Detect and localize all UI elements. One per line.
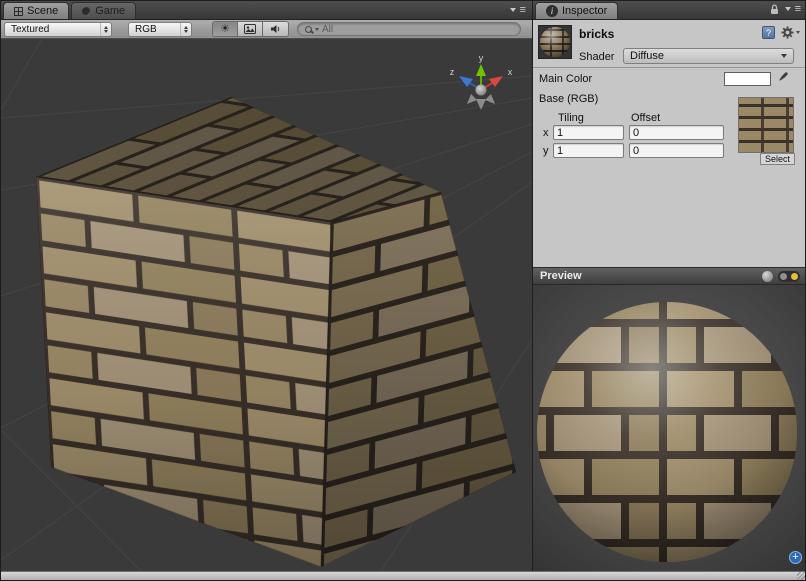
shader-dropdown[interactable]: Diffuse (623, 48, 794, 64)
gizmo-x-label: x (508, 67, 513, 77)
draw-mode-value: Textured (11, 24, 49, 35)
preview-sphere-shading (537, 302, 797, 562)
gizmo-z-cone[interactable] (459, 76, 473, 87)
status-bar (1, 571, 806, 581)
preview-sphere-canvas (533, 285, 806, 571)
base-map-label: Base (RGB) (539, 93, 598, 105)
row-x-label: x (543, 127, 549, 139)
color-channel-dropdown[interactable]: RGB (128, 22, 192, 37)
scene-pane-menu-button[interactable]: ≡ (510, 5, 532, 19)
resize-grip[interactable] (797, 572, 806, 581)
stepper-arrows-icon (180, 23, 191, 36)
material-thumbnail[interactable] (538, 25, 572, 59)
eyedropper-icon[interactable] (776, 70, 790, 87)
scene-tabbar: Scene Game ≡ (1, 1, 532, 20)
tiling-x-input[interactable] (553, 125, 624, 140)
row-y-label: y (543, 145, 549, 157)
main-color-swatch[interactable] (724, 72, 771, 86)
material-properties: Main Color Base (RGB) Select Tiling Offs… (533, 68, 806, 267)
gizmo-center-ball[interactable] (476, 85, 487, 96)
viewport-toggle-group: ☀ (212, 21, 289, 37)
scene-toolbar: Textured RGB ☀ (1, 20, 532, 39)
gizmo-z-label: z (450, 67, 455, 77)
game-icon (82, 7, 91, 16)
offset-x-input[interactable] (629, 125, 724, 140)
search-filter-chevron-icon[interactable] (315, 28, 319, 31)
tab-game[interactable]: Game (71, 2, 136, 19)
info-icon: i (546, 5, 558, 17)
material-header: bricks Shader Diffuse ? (533, 20, 806, 68)
main-color-label: Main Color (539, 73, 592, 85)
speaker-icon (270, 24, 281, 34)
draw-mode-dropdown[interactable]: Textured (4, 22, 112, 37)
material-sphere-preview (540, 27, 570, 57)
gizmo-y-label: y (479, 53, 484, 63)
context-menu-button[interactable] (781, 26, 800, 39)
gizmo-x-cone[interactable] (489, 76, 503, 87)
offset-header: Offset (631, 112, 660, 124)
chevron-down-icon (510, 8, 516, 12)
scene-search-field (297, 22, 521, 36)
scene-canvas (1, 40, 532, 571)
inspector-pane-menu-button[interactable]: ≡ (768, 3, 806, 19)
gear-icon (781, 26, 794, 39)
lock-icon[interactable] (768, 3, 781, 15)
search-icon (305, 26, 312, 33)
preview-title: Preview (540, 270, 582, 282)
gizmo-negative-axes[interactable] (467, 94, 495, 110)
scene-pane: Scene Game ≡ Textured RGB ☀ (1, 1, 532, 571)
tab-inspector[interactable]: i Inspector (535, 2, 618, 19)
orientation-gizmo[interactable]: y x z (443, 52, 519, 116)
lighting-toggle-button[interactable]: ☀ (213, 22, 238, 36)
tab-game-label: Game (95, 5, 125, 17)
color-channel-value: RGB (135, 24, 157, 35)
skybox-toggle-button[interactable] (238, 22, 263, 36)
tab-inspector-label: Inspector (562, 5, 607, 17)
material-name: bricks (579, 27, 614, 41)
sun-icon: ☀ (220, 24, 230, 35)
brick-cube[interactable] (1, 40, 532, 571)
shader-value: Diffuse (630, 50, 664, 62)
help-icon[interactable]: ? (762, 26, 775, 39)
tab-scene[interactable]: Scene (3, 2, 69, 19)
offset-y-input[interactable] (629, 143, 724, 158)
preview-lighting-toggle[interactable] (778, 271, 800, 282)
shader-label: Shader (579, 51, 614, 63)
audio-toggle-button[interactable] (263, 22, 288, 36)
search-input[interactable] (322, 24, 513, 35)
add-button[interactable]: + (789, 551, 802, 564)
stepper-arrows-icon (100, 23, 111, 36)
scene-viewport[interactable]: y x z (1, 40, 532, 571)
preview-header[interactable]: Preview (533, 267, 806, 285)
hamburger-menu-icon: ≡ (520, 5, 526, 15)
tiling-y-input[interactable] (553, 143, 624, 158)
preview-dot-yellow-icon (791, 273, 798, 280)
inspector-tabbar: i Inspector ≡ (533, 1, 806, 20)
tiling-header: Tiling (558, 112, 584, 124)
inspector-pane: i Inspector ≡ bricks Shader Diffuse ? (532, 1, 806, 571)
image-icon (244, 24, 256, 34)
unity-editor-window: Scene Game ≡ Textured RGB ☀ (0, 0, 806, 581)
scene-grid-icon (14, 7, 23, 16)
select-texture-button[interactable]: Select (760, 153, 795, 165)
gizmo-y-cone[interactable] (476, 64, 486, 76)
chevron-down-icon (785, 7, 791, 11)
preview-sphere-icon[interactable] (762, 271, 773, 282)
base-texture-thumbnail[interactable] (738, 97, 794, 153)
hamburger-menu-icon: ≡ (795, 4, 801, 14)
chevron-down-icon (796, 31, 800, 34)
material-preview-area[interactable]: + (533, 285, 806, 571)
preview-dot-dim-icon (780, 273, 787, 280)
chevron-down-icon (781, 54, 787, 58)
tab-scene-label: Scene (27, 5, 58, 17)
